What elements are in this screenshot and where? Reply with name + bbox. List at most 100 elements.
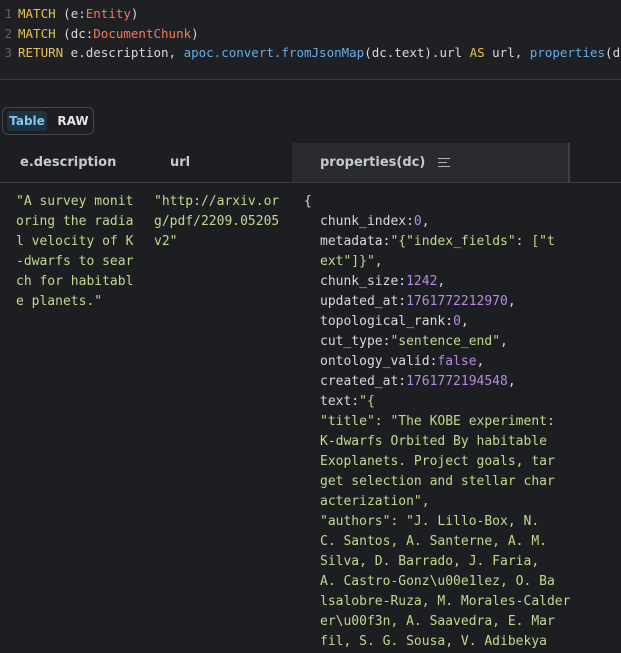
- property-row: acterization",: [304, 492, 570, 512]
- property-key: metadata:: [320, 234, 391, 249]
- property-key: ontology_valid:: [320, 354, 438, 369]
- property-row: C. Santos, A. Santerne, A. M.: [304, 532, 570, 552]
- code-line: 2 MATCH (dc:DocumentChunk): [0, 24, 621, 44]
- property-value: 1242: [406, 274, 438, 289]
- property-key: chunk_size:: [320, 274, 407, 289]
- properties-open-brace: {: [304, 194, 312, 209]
- code-token: (e:: [55, 6, 86, 21]
- description-line: -dwarfs to sear: [16, 254, 134, 269]
- property-separator: ,: [500, 334, 508, 349]
- property-separator: ,: [507, 374, 516, 389]
- query-editor[interactable]: 1 MATCH (e:Entity) 2 MATCH (dc:DocumentChun…: [0, 0, 621, 80]
- code-token: ): [130, 6, 139, 21]
- property-row: chunk_index:0,: [304, 212, 570, 232]
- property-value: "{: [359, 394, 375, 409]
- property-separator: ,: [437, 274, 446, 289]
- url-line: "http://arxiv.or: [154, 194, 280, 209]
- code-token: AS: [469, 45, 485, 60]
- code-token: MATCH: [18, 25, 56, 41]
- property-row: lsalobre-Ruza, M. Morales-Calder: [304, 592, 570, 612]
- property-value: A. Castro-Gonz\u00e1lez, O. Ba: [320, 574, 555, 589]
- code-token: apoc.convert.fromJsonMap: [183, 45, 365, 60]
- url-line: v2": [154, 234, 178, 249]
- column-resize-handle[interactable]: [568, 143, 570, 182]
- property-row: cut_type:"sentence_end",: [304, 332, 570, 352]
- property-key: text:: [320, 394, 360, 409]
- property-value: false: [437, 354, 477, 369]
- description-line: e planets.": [16, 294, 103, 309]
- property-value: K-dwarfs Orbited By habitable: [320, 434, 547, 449]
- property-key: created_at:: [320, 374, 407, 389]
- property-row: "title": "The KOBE experiment:: [304, 412, 570, 432]
- property-key: updated_at:: [320, 294, 407, 309]
- property-separator: ,: [476, 354, 485, 369]
- property-row: Exoplanets. Project goals, tar: [304, 452, 570, 472]
- property-row: er\u00f3n, A. Saavedra, E. Mar: [304, 612, 570, 632]
- menu-lines-icon[interactable]: [437, 155, 450, 170]
- property-separator: ,: [374, 254, 383, 269]
- property-row: created_at:1761772194548,: [304, 372, 570, 392]
- property-value: 0: [413, 214, 422, 229]
- property-value: er\u00f3n, A. Saavedra, E. Mar: [320, 614, 555, 629]
- property-value: "authors": "J. Lillo-Box, N.: [320, 514, 540, 529]
- code-token: (dc): [605, 45, 621, 60]
- line-number: 3: [4, 45, 12, 60]
- column-header-description[interactable]: e.description: [20, 143, 116, 182]
- property-row: topological_rank:0,: [304, 312, 570, 332]
- property-row: text:"{: [304, 392, 570, 412]
- property-row: fil, S. G. Sousa, V. Adibekya: [304, 632, 570, 652]
- code-token: properties: [529, 45, 606, 60]
- column-header-properties-label: properties(dc): [320, 155, 426, 170]
- code-token: url,: [484, 45, 530, 60]
- property-row: Silva, D. Barrado, J. Faria,: [304, 552, 570, 572]
- property-key: cut_type:: [320, 334, 391, 349]
- property-key: topological_rank:: [320, 314, 454, 329]
- property-row: chunk_size:1242,: [304, 272, 570, 292]
- property-separator: ,: [507, 294, 516, 309]
- property-value: "sentence_end": [390, 334, 501, 349]
- cell-url: "http://arxiv.or g/pdf/2209.05205 v2": [154, 192, 279, 252]
- property-row: get selection and stellar char: [304, 472, 570, 492]
- property-value: acterization",: [320, 494, 430, 509]
- code-line: 3 RETURN e.description, apoc.convert.from…: [0, 43, 621, 63]
- property-value: 1761772212970: [406, 294, 508, 309]
- description-line: l velocity of K: [16, 234, 134, 249]
- property-separator: ,: [460, 314, 469, 329]
- property-value: 1761772194548: [406, 374, 508, 389]
- view-toggle: Table RAW: [2, 107, 94, 135]
- property-value: ext"]}": [320, 254, 375, 269]
- cell-properties: {chunk_index:0, metadata:"{"index_fields"…: [304, 192, 570, 652]
- property-row: K-dwarfs Orbited By habitable: [304, 432, 570, 452]
- column-header-url[interactable]: url: [170, 143, 190, 182]
- property-separator: ,: [421, 214, 430, 229]
- property-value: "{"index_fields": ["t: [390, 234, 555, 249]
- code-token: DocumentChunk: [93, 25, 192, 41]
- property-value: 0: [453, 314, 461, 329]
- property-value: get selection and stellar char: [320, 474, 555, 489]
- code-token: RETURN: [18, 45, 64, 60]
- table-header: e.description url properties(dc): [0, 143, 621, 183]
- property-row: updated_at:1761772212970,: [304, 292, 570, 312]
- line-number: 1: [4, 6, 12, 21]
- description-line: ch for habitabl: [16, 274, 134, 289]
- column-header-properties[interactable]: properties(dc): [292, 143, 568, 182]
- table-view-button[interactable]: Table: [7, 111, 47, 131]
- code-token: Entity: [85, 6, 131, 21]
- property-value: "title": "The KOBE experiment:: [320, 414, 555, 429]
- property-row: A. Castro-Gonz\u00e1lez, O. Ba: [304, 572, 570, 592]
- code-line: 1 MATCH (e:Entity): [0, 4, 621, 24]
- property-row: "authors": "J. Lillo-Box, N.: [304, 512, 570, 532]
- property-key: chunk_index:: [320, 214, 414, 229]
- property-value: C. Santos, A. Santerne, A. M.: [320, 534, 547, 549]
- code-token: MATCH: [18, 6, 56, 21]
- line-number: 2: [4, 25, 12, 41]
- code-token: (dc:: [55, 25, 94, 41]
- property-row: metadata:"{"index_fields": ["t: [304, 232, 570, 252]
- description-line: "A survey monit: [16, 194, 134, 209]
- code-token: ): [191, 25, 199, 41]
- code-token: (dc.text).url: [364, 45, 470, 60]
- description-line: oring the radia: [16, 214, 134, 229]
- property-row: ontology_valid:false,: [304, 352, 570, 372]
- raw-view-button[interactable]: RAW: [53, 111, 93, 131]
- property-row: ext"]}",: [304, 252, 570, 272]
